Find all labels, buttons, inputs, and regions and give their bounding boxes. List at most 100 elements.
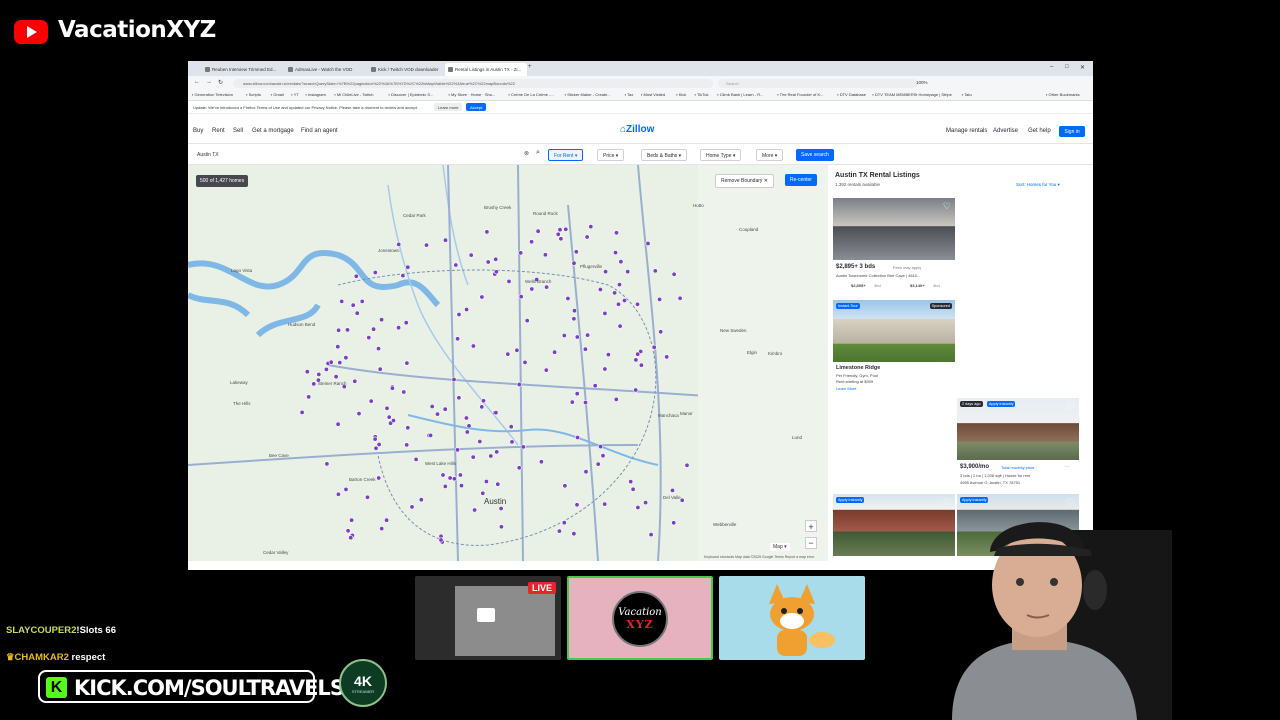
listing-pin[interactable] [324,461,330,467]
listing-pin[interactable] [671,520,677,526]
listing-pin[interactable] [453,262,459,268]
listing-pin[interactable] [520,444,526,450]
listing-pin[interactable] [616,282,622,288]
location-search-input[interactable]: Austin TX [194,149,534,161]
zoom-out-button[interactable]: − [805,537,817,549]
listing-pin[interactable] [561,333,567,339]
listing-pin[interactable] [677,295,683,301]
listing-pin[interactable] [652,268,658,274]
listing-pin[interactable] [442,406,448,412]
remove-boundary-button[interactable]: Remove Boundary ✕ [715,174,775,188]
bookmark-item[interactable]: ▪ Mi ChileLive - Twitch [334,92,373,97]
sign-in-button[interactable]: Sign in [1059,126,1085,137]
listing-pin[interactable] [405,264,411,270]
bookmark-item[interactable]: ▪ Other Bookmarks [1046,92,1080,97]
listing-pin[interactable] [571,531,577,537]
listing-pin[interactable] [571,308,577,314]
listing-pin[interactable] [574,334,580,340]
listing-pin[interactable] [451,377,457,383]
listing-pin[interactable] [602,310,608,316]
listing-pin[interactable] [635,351,641,357]
browser-tab[interactable]: AdmaxLive - Watch the VOD [285,63,367,76]
listing-pin[interactable] [447,475,453,481]
nav-rent[interactable]: Rent [212,128,225,134]
listing-pin[interactable] [582,400,588,406]
browser-tab[interactable]: Reuben Interview Trimmed Ed... [202,63,284,76]
nav-find-agent[interactable]: Find an agent [301,128,338,134]
listing-pin[interactable] [588,224,594,230]
listing-pin[interactable] [304,369,310,375]
recenter-button[interactable]: Re-center [785,174,817,186]
listing-pin[interactable] [376,475,382,481]
listing-pin[interactable] [456,395,462,401]
map-view[interactable]: 500 of 1,427 homes Remove Boundary ✕ Re-… [188,165,828,561]
bookmark-item[interactable]: ▪ TikTok [695,92,709,97]
listing-pin[interactable] [583,469,589,475]
bookmark-item[interactable]: ▪ Gmail [271,92,284,97]
listing-pin[interactable] [562,483,568,489]
listing-pin[interactable] [524,318,530,324]
listing-pin[interactable] [633,387,639,393]
listing-pin[interactable] [625,269,631,275]
reload-icon[interactable]: ↻ [218,79,223,86]
listing-photo[interactable]: Instant Tour Sponsored [833,300,955,362]
listing-pin[interactable] [615,301,621,307]
listing-pin[interactable] [401,389,407,395]
listing-pin[interactable] [343,355,349,361]
listing-pin[interactable] [542,252,548,258]
listing-pin[interactable] [424,242,430,248]
listing-pin[interactable] [440,472,446,478]
notice-learn-button[interactable]: Learn more [434,103,463,111]
bookmark-item[interactable]: ▪ Generation Television [192,92,233,97]
filter-beds-baths[interactable]: Beds & Baths ▾ [641,149,688,161]
listing-pin[interactable] [634,301,640,307]
listing-pin[interactable] [509,439,515,445]
nav-buy[interactable]: Buy [193,128,203,134]
listing-pin[interactable] [543,367,549,373]
listing-pin[interactable] [518,294,524,300]
listing-pin[interactable] [377,366,383,372]
bookmark-item[interactable]: ▪ Kick [676,92,686,97]
listing-pin[interactable] [516,382,522,388]
listing-pin[interactable] [463,415,469,421]
listing-pin[interactable] [435,411,441,417]
listing-pin[interactable] [386,414,392,420]
listing-pin[interactable] [404,360,410,366]
listing-pin[interactable] [464,307,470,313]
listing-pin[interactable] [428,432,434,438]
forward-icon[interactable]: → [206,79,212,85]
listing-pin[interactable] [376,346,382,352]
listing-pin[interactable] [603,269,609,275]
listing-pin[interactable] [508,424,514,430]
listing-pin[interactable] [480,398,486,404]
listing-pin[interactable] [389,385,395,391]
listing-pin[interactable] [356,411,362,417]
listing-pin[interactable] [664,354,670,360]
listing-pin[interactable] [613,396,619,402]
listing-pin[interactable] [409,504,415,510]
listing-pin[interactable] [348,535,354,541]
listing-pin[interactable] [328,359,334,365]
listing-pin[interactable] [493,256,499,262]
listing-pin[interactable] [613,230,619,236]
learn-more-link[interactable]: Learn More [836,386,856,391]
listing-pin[interactable] [443,237,449,243]
listing-pin[interactable] [466,423,472,429]
listing-pin[interactable] [612,250,618,256]
listing-pin[interactable] [602,501,608,507]
listing-pin[interactable] [333,374,339,380]
listing-pin[interactable] [600,453,606,459]
listing-pin[interactable] [311,381,317,387]
new-tab-button[interactable]: + [528,64,532,70]
listing-pin[interactable] [516,465,522,471]
listing-pin[interactable] [505,351,511,357]
listing-pin[interactable] [457,472,463,478]
listing-pin[interactable] [391,418,397,424]
bookmark-item[interactable]: ▪ Tax [625,92,634,97]
listing-pin[interactable] [498,505,504,511]
listing-pin[interactable] [552,349,558,355]
listing-pin[interactable] [585,332,591,338]
map-type-select[interactable]: Map ▾ [770,543,790,551]
listing-pin[interactable] [429,404,435,410]
listing-pin[interactable] [455,336,461,342]
